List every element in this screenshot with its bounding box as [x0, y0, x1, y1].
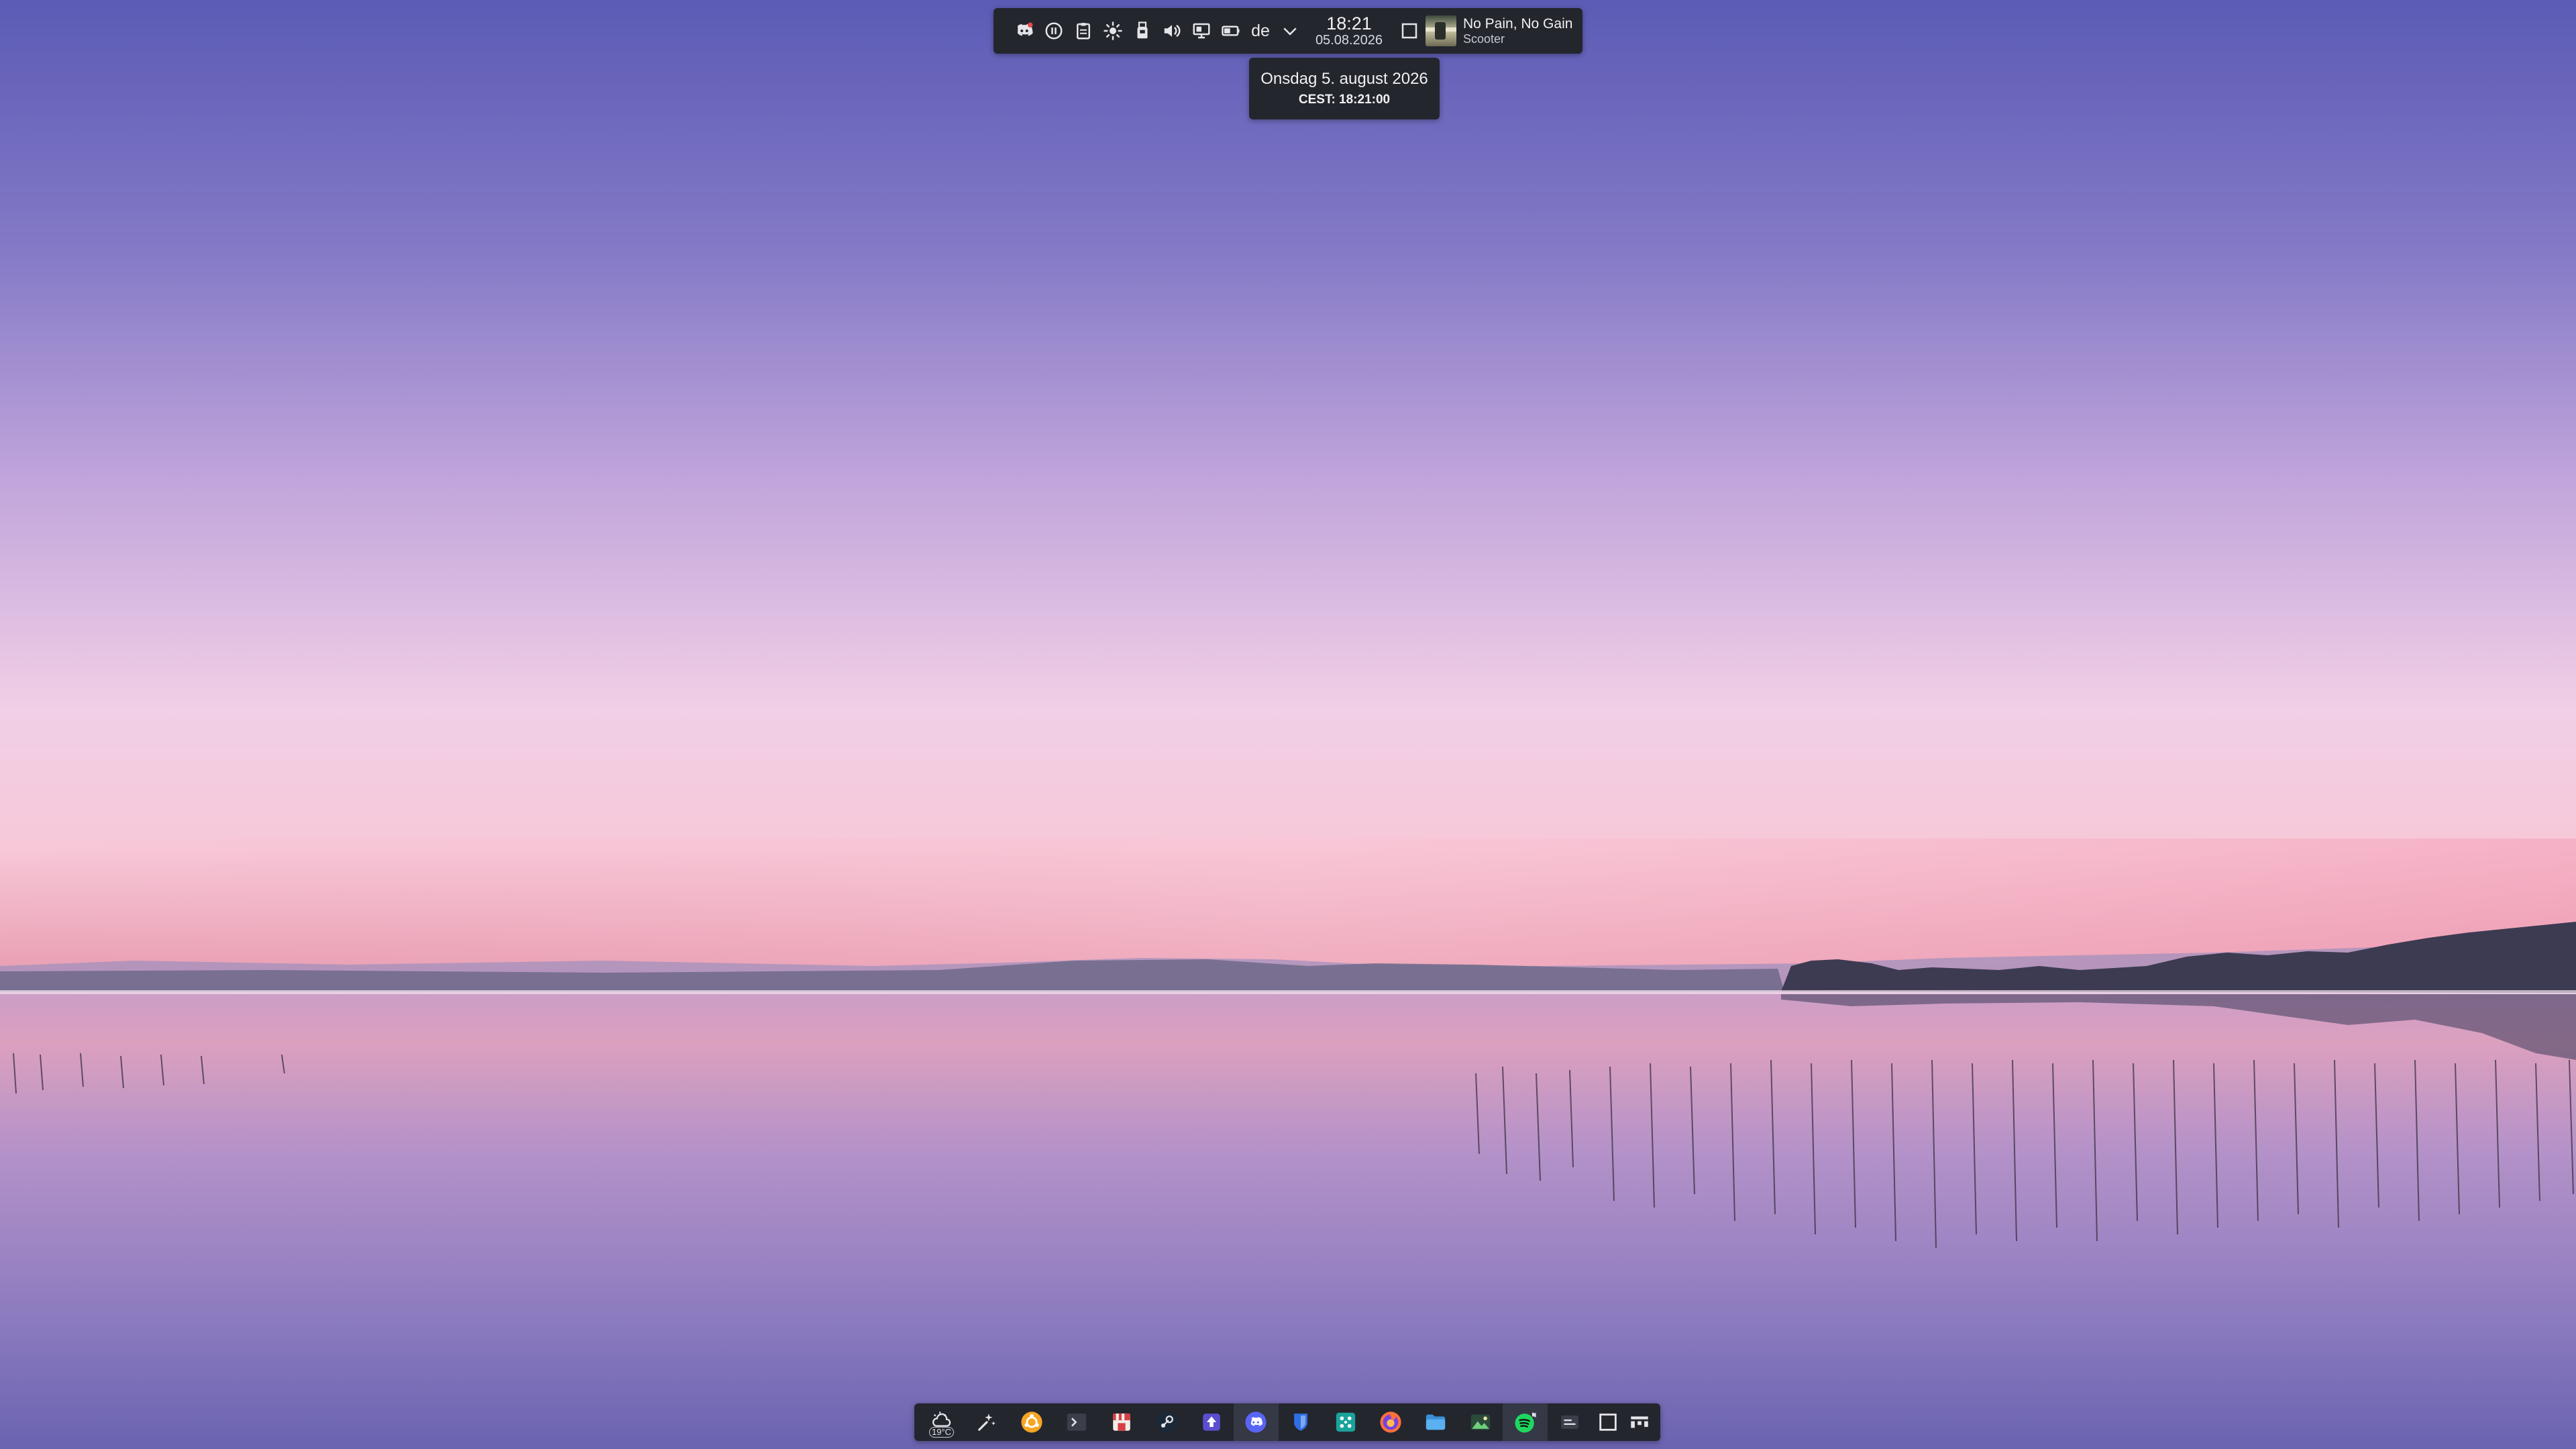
image-viewer-icon[interactable]	[1458, 1403, 1503, 1441]
tooltip-day: Onsdag 5. august 2026	[1260, 70, 1428, 88]
display-icon[interactable]	[1187, 8, 1216, 54]
ubuntu-icon[interactable]	[1010, 1403, 1055, 1441]
media-player-widget[interactable]: No Pain, No Gain Scooter	[1426, 8, 1572, 54]
media-title: No Pain, No Gain	[1463, 15, 1573, 32]
usb-device-icon[interactable]	[1128, 8, 1157, 54]
show-desktop-icon[interactable]	[1593, 1403, 1624, 1441]
terminal-icon[interactable]	[1055, 1403, 1099, 1441]
files-icon[interactable]	[1413, 1403, 1458, 1441]
brightness-icon[interactable]	[1098, 8, 1128, 54]
chevron-down-icon[interactable]	[1275, 8, 1305, 54]
uploader-icon[interactable]	[1189, 1403, 1234, 1441]
top-panel: de 18:21 05.08.2026 No Pain, No Gain Sco…	[994, 8, 1582, 54]
show-desktop-icon[interactable]	[1395, 8, 1424, 54]
album-art	[1426, 15, 1456, 46]
volume-icon[interactable]	[1157, 8, 1187, 54]
clock-time: 18:21	[1326, 13, 1372, 34]
clock-date: 05.08.2026	[1315, 32, 1383, 48]
launcher-icon[interactable]	[965, 1403, 1010, 1441]
clock-tooltip: Onsdag 5. august 2026 CEST: 18:21:00	[1249, 58, 1440, 119]
discord-icon[interactable]	[1234, 1403, 1279, 1441]
bitwarden-icon[interactable]	[1279, 1403, 1324, 1441]
window-switcher-icon[interactable]	[1548, 1403, 1593, 1441]
bottom-dock: 19°C	[914, 1403, 1660, 1441]
tooltip-timezone: CEST: 18:21:00	[1298, 93, 1391, 107]
media-pause-icon[interactable]	[1039, 8, 1069, 54]
pager-icon[interactable]	[1623, 1403, 1655, 1441]
weather-icon[interactable]: 19°C	[920, 1403, 965, 1441]
desktop-wallpaper	[0, 0, 2576, 1449]
weather-temperature: 19°C	[929, 1427, 955, 1438]
battery-icon[interactable]	[1216, 8, 1246, 54]
firefox-icon[interactable]	[1368, 1403, 1413, 1441]
clipboard-icon[interactable]	[1069, 8, 1098, 54]
spotify-icon[interactable]	[1503, 1403, 1548, 1441]
steam-icon[interactable]	[1144, 1403, 1189, 1441]
keyboard-layout-indicator[interactable]: de	[1246, 8, 1275, 54]
store-icon[interactable]	[1099, 1403, 1144, 1441]
digital-clock[interactable]: 18:21 05.08.2026	[1307, 8, 1391, 54]
discord-icon[interactable]	[1010, 8, 1039, 54]
media-artist: Scooter	[1463, 32, 1505, 46]
app-grid-icon[interactable]	[1324, 1403, 1368, 1441]
